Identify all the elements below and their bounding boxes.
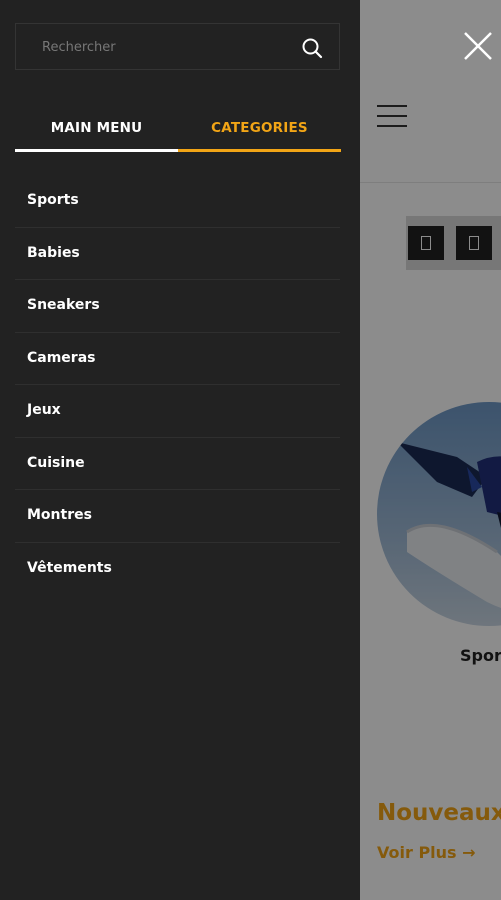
- close-icon: [464, 32, 492, 60]
- tab-categories[interactable]: CATEGORIES: [178, 107, 341, 152]
- category-item-vetements[interactable]: Vêtements: [15, 543, 340, 596]
- search-bar: [15, 23, 340, 71]
- category-item-jeux[interactable]: Jeux: [15, 385, 340, 438]
- category-item-montres[interactable]: Montres: [15, 490, 340, 543]
- app-screen: Spor Nouveaux Voir Plus → MAIN MENU CATE…: [0, 0, 501, 900]
- side-drawer: MAIN MENU CATEGORIES Sports Babies Sneak…: [0, 0, 360, 900]
- category-item-sneakers[interactable]: Sneakers: [15, 280, 340, 333]
- search-icon[interactable]: [301, 37, 323, 59]
- tab-main-menu[interactable]: MAIN MENU: [15, 107, 178, 152]
- category-item-cuisine[interactable]: Cuisine: [15, 438, 340, 490]
- category-item-cameras[interactable]: Cameras: [15, 333, 340, 385]
- search-input[interactable]: [40, 24, 294, 71]
- category-item-babies[interactable]: Babies: [15, 228, 340, 280]
- category-item-sports[interactable]: Sports: [15, 175, 340, 228]
- category-list: Sports Babies Sneakers Cameras Jeux Cuis…: [15, 175, 340, 595]
- close-drawer-button[interactable]: [458, 26, 498, 66]
- drawer-tabs: MAIN MENU CATEGORIES: [15, 107, 341, 152]
